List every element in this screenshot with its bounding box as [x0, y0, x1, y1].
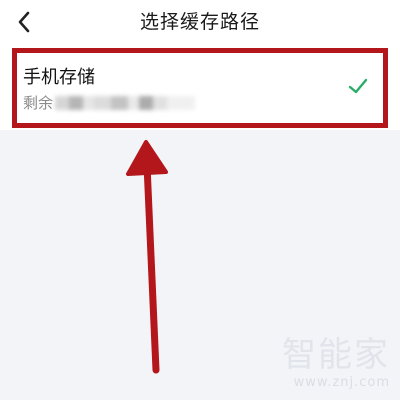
page-title: 选择缓存路径	[139, 11, 260, 33]
storage-list: 手机存储 剩余	[0, 44, 400, 130]
watermark-url: www.znj.com	[293, 375, 390, 390]
storage-option-title: 手机存储	[23, 67, 95, 88]
storage-option-phone[interactable]: 手机存储 剩余	[12, 48, 388, 128]
watermark: 智能家 www.znj.com	[282, 337, 390, 390]
storage-remaining-label: 剩余	[23, 94, 54, 112]
nav-bar: 选择缓存路径	[0, 0, 400, 44]
watermark-brand: 智能家	[282, 335, 390, 375]
storage-remaining: 剩余	[23, 92, 196, 113]
redacted-value	[55, 95, 196, 110]
checkmark-icon	[348, 78, 368, 94]
